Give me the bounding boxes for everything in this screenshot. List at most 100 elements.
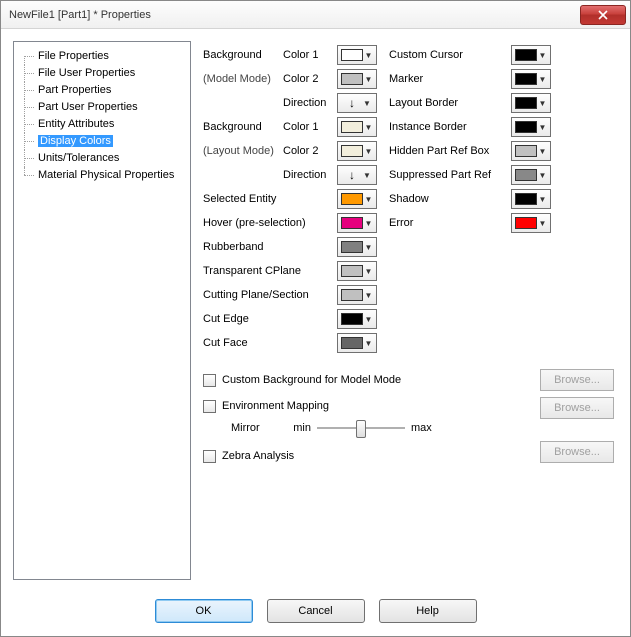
label-mirror: Mirror [231,422,281,434]
color-transparent-cplane[interactable]: ▼ [337,261,377,281]
direction-bg-layout[interactable]: ↓▼ [337,165,377,185]
label-color2: Color 2 [283,73,337,85]
label-layout-border: Layout Border [381,97,511,109]
help-button[interactable]: Help [379,599,477,623]
chevron-down-icon: ▼ [537,75,548,84]
label-direction: Direction [283,97,337,109]
swatch [341,145,363,157]
label-direction-b: Direction [283,169,337,181]
color-rubberband[interactable]: ▼ [337,237,377,257]
chevron-down-icon: ▼ [363,75,374,84]
close-button[interactable] [580,5,626,25]
tree-item-units-tolerances[interactable]: Units/Tolerances [18,150,186,167]
category-tree[interactable]: File Properties File User Properties Par… [13,41,191,580]
chevron-down-icon: ▼ [537,171,548,180]
chevron-down-icon: ▼ [363,243,374,252]
chevron-down-icon: ▼ [363,267,374,276]
mirror-slider[interactable] [317,418,405,438]
direction-bg-model[interactable]: ↓▼ [337,93,377,113]
browse-zebra-button[interactable]: Browse... [540,441,614,463]
tree-item-display-colors[interactable]: Display Colors [18,133,186,150]
label-error: Error [381,217,511,229]
swatch [515,169,537,181]
swatch [515,49,537,61]
color-cutting-plane[interactable]: ▼ [337,285,377,305]
color-hover[interactable]: ▼ [337,213,377,233]
chevron-down-icon: ▼ [363,123,374,132]
slider-thumb[interactable] [356,420,366,438]
ok-button[interactable]: OK [155,599,253,623]
label-bg-layout-sub: (Layout Mode) [201,145,283,157]
chevron-down-icon: ▼ [363,219,374,228]
label-color1b: Color 1 [283,121,337,133]
browse-environment-mapping-button[interactable]: Browse... [540,397,614,419]
chevron-down-icon: ▼ [537,195,548,204]
color-instance-border[interactable]: ▼ [511,117,551,137]
color-cut-face[interactable]: ▼ [337,333,377,353]
swatch [515,73,537,85]
tree-item-file-properties[interactable]: File Properties [18,48,186,65]
chevron-down-icon: ▼ [363,291,374,300]
color-marker[interactable]: ▼ [511,69,551,89]
swatch [341,217,363,229]
label-bg-layout: Background [201,121,283,133]
label-cut-edge: Cut Edge [201,313,337,325]
chevron-down-icon: ▼ [363,195,374,204]
chevron-down-icon: ▼ [360,99,374,108]
label-color2b: Color 2 [283,145,337,157]
color-cut-edge[interactable]: ▼ [337,309,377,329]
swatch [341,193,363,205]
label-cut-face: Cut Face [201,337,337,349]
swatch [341,241,363,253]
checkbox-custom-background[interactable] [203,374,216,387]
label-custom-cursor: Custom Cursor [381,49,511,61]
swatch [341,121,363,133]
tree-item-file-user-properties[interactable]: File User Properties [18,65,186,82]
label-color1: Color 1 [283,49,337,61]
color-selected-entity[interactable]: ▼ [337,189,377,209]
arrow-down-icon: ↓ [344,169,360,181]
label-hover: Hover (pre-selection) [201,217,337,229]
color-shadow[interactable]: ▼ [511,189,551,209]
color-custom-cursor[interactable]: ▼ [511,45,551,65]
color-layout-border[interactable]: ▼ [511,93,551,113]
color-suppressed-part-ref[interactable]: ▼ [511,165,551,185]
swatch [341,49,363,61]
chevron-down-icon: ▼ [537,123,548,132]
chevron-down-icon: ▼ [363,315,374,324]
label-environment-mapping: Environment Mapping [222,400,329,412]
tree-item-part-user-properties[interactable]: Part User Properties [18,99,186,116]
color-hidden-part-ref[interactable]: ▼ [511,141,551,161]
label-marker: Marker [381,73,511,85]
tree-item-material-physical-properties[interactable]: Material Physical Properties [18,167,186,184]
chevron-down-icon: ▼ [363,339,374,348]
checkbox-environment-mapping[interactable] [203,400,216,413]
swatch [341,289,363,301]
chevron-down-icon: ▼ [360,171,374,180]
browse-custom-background-button[interactable]: Browse... [540,369,614,391]
properties-panel: Background Color 1 ▼ Custom Cursor ▼ (Mo… [201,41,618,580]
window-title: NewFile1 [Part1] * Properties [9,9,580,21]
swatch [341,73,363,85]
color-error[interactable]: ▼ [511,213,551,233]
color-bg-model-2[interactable]: ▼ [337,69,377,89]
swatch [341,265,363,277]
chevron-down-icon: ▼ [537,99,548,108]
color-bg-layout-1[interactable]: ▼ [337,117,377,137]
chevron-down-icon: ▼ [537,219,548,228]
label-zebra-analysis: Zebra Analysis [222,450,294,462]
titlebar: NewFile1 [Part1] * Properties [1,1,630,29]
checkbox-zebra-analysis[interactable] [203,450,216,463]
chevron-down-icon: ▼ [363,147,374,156]
cancel-button[interactable]: Cancel [267,599,365,623]
label-instance-border: Instance Border [381,121,511,133]
color-bg-layout-2[interactable]: ▼ [337,141,377,161]
label-max: max [411,422,441,434]
label-cutting-plane: Cutting Plane/Section [201,289,337,301]
swatch [515,97,537,109]
tree-item-entity-attributes[interactable]: Entity Attributes [18,116,186,133]
tree-item-part-properties[interactable]: Part Properties [18,82,186,99]
label-bg-model: Background [201,49,283,61]
color-bg-model-1[interactable]: ▼ [337,45,377,65]
swatch [515,121,537,133]
